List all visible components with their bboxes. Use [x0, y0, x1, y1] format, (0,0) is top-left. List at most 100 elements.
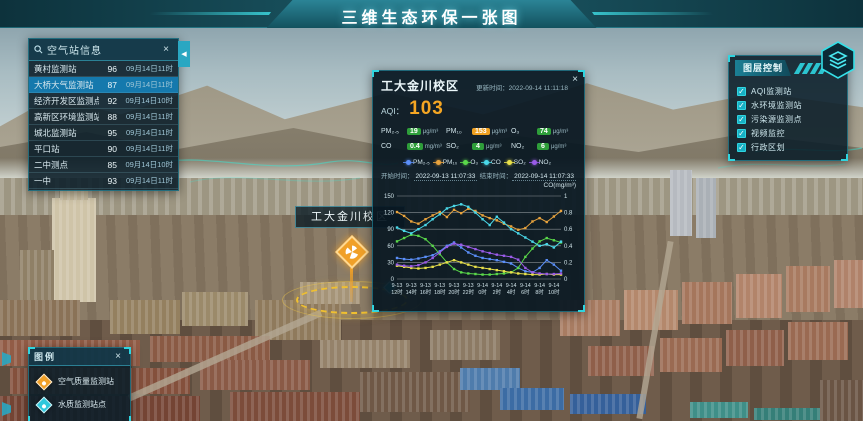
pollutant-cell: PM₁₀ 153 μg/m³	[446, 124, 511, 139]
station-row[interactable]: 一中 93 09月14日11时	[29, 173, 178, 189]
building	[570, 394, 646, 414]
station-row[interactable]: 黄村监测站 96 09月14日11时	[29, 61, 178, 77]
building	[834, 260, 863, 308]
station-row[interactable]: 二中测点 85 09月14日10时	[29, 157, 178, 173]
legend-dot-icon	[436, 160, 441, 165]
station-aqi: 96	[99, 64, 117, 74]
station-time: 09月14日11时	[117, 127, 173, 138]
building	[52, 198, 96, 302]
panel-collapse-tab[interactable]: ◀	[178, 41, 190, 67]
station-row[interactable]: 经济开发区监测点 92 09月14日10时	[29, 93, 178, 109]
station-aqi: 87	[99, 80, 117, 90]
building	[736, 274, 782, 318]
svg-text:20时: 20时	[448, 288, 460, 296]
end-time-input[interactable]: 2022-09-14 11:07:33	[512, 173, 576, 181]
station-row[interactable]: 高新区环境监测站 88 09月14日11时	[29, 109, 178, 125]
building	[786, 266, 830, 312]
layer-item[interactable]: ✓ 行政区划	[737, 140, 839, 154]
pollutant-value-badge: 74	[537, 128, 551, 135]
close-icon[interactable]: ×	[159, 43, 173, 57]
station-name: 黄村监测站	[34, 63, 99, 75]
svg-text:4时: 4时	[507, 288, 516, 296]
building	[820, 380, 863, 421]
building	[696, 178, 716, 238]
station-time: 09月14日11时	[117, 143, 173, 154]
pollutant-unit: μg/m³	[551, 144, 566, 150]
svg-text:6时: 6时	[521, 288, 530, 296]
station-aqi: 95	[99, 128, 117, 138]
start-time-input[interactable]: 2022-09-13 11:07:33	[414, 173, 478, 181]
station-detail-popup: 工大金川校区 更新时间：2022-09-14 11:11:18 × AQI： 1…	[372, 70, 585, 312]
legend-label: SO₂	[514, 159, 526, 166]
station-row[interactable]: 大桥大气监测站 87 09月14日11时	[29, 77, 178, 93]
chart-legend-item[interactable]: PM₂.₅	[406, 159, 430, 166]
chart-legend-item[interactable]: SO₂	[507, 159, 526, 166]
station-name: 平口站	[34, 143, 99, 155]
svg-text:9-14: 9-14	[534, 283, 545, 289]
building	[230, 392, 360, 421]
pollutant-cell: SO₂ 4 μg/m³	[446, 139, 511, 154]
checkbox-checked-icon[interactable]: ✓	[737, 143, 746, 152]
legend-header: 图例 ×	[29, 348, 130, 366]
legend-items: 空气质量监测站 水质监测站点	[29, 366, 130, 421]
station-row[interactable]: 城北监测站 95 09月14日11时	[29, 125, 178, 141]
checkbox-checked-icon[interactable]: ✓	[737, 87, 746, 96]
close-icon[interactable]: ×	[568, 73, 582, 87]
building	[788, 322, 848, 360]
layer-item[interactable]: ✓ 污染源监测点	[737, 112, 839, 126]
station-time: 09月14日11时	[117, 111, 173, 122]
svg-text:0: 0	[564, 277, 568, 283]
chart-legend-item[interactable]: NO₂	[532, 159, 551, 166]
pollutant-cell: CO 0.4 mg/m³	[381, 139, 446, 154]
layer-label: 视频监控	[751, 128, 785, 139]
svg-text:9-14: 9-14	[491, 283, 502, 289]
legend-item-label: 水质监测站点	[58, 399, 106, 410]
svg-text:0.2: 0.2	[564, 260, 573, 266]
checkbox-checked-icon[interactable]: ✓	[737, 129, 746, 138]
legend-panel: 图例 × 空气质量监测站 水质监测站点	[28, 347, 131, 421]
chart-legend-item[interactable]: CO	[484, 159, 501, 166]
legend-dot-icon	[406, 160, 411, 165]
close-icon[interactable]: ×	[111, 350, 125, 364]
layer-item[interactable]: ✓ 水环境监测站	[737, 98, 839, 112]
air-station-marker-icon[interactable]	[338, 238, 366, 266]
page-title: 三维生态环保一张图	[341, 4, 521, 28]
layer-item[interactable]: ✓ 视频监控	[737, 126, 839, 140]
building	[682, 282, 732, 324]
building	[500, 388, 564, 410]
svg-text:9-13: 9-13	[420, 283, 431, 289]
station-time: 09月14日10时	[117, 95, 173, 106]
chart-legend-item[interactable]: PM₁₀	[436, 159, 458, 166]
layer-label: AQI监测站	[751, 86, 792, 97]
pollutant-name: CO	[381, 143, 407, 150]
legend-dot-icon	[532, 160, 537, 165]
svg-text:30: 30	[387, 260, 394, 266]
checkbox-checked-icon[interactable]: ✓	[737, 101, 746, 110]
building	[0, 300, 80, 336]
station-list-title: 空气站信息	[47, 42, 159, 57]
pollutant-value-badge: 4	[472, 143, 484, 150]
pollutant-value-badge: 6	[537, 143, 549, 150]
building	[182, 292, 248, 326]
diamond-marker-icon	[36, 373, 53, 390]
station-list-header: 空气站信息 ×	[29, 39, 178, 61]
layer-item[interactable]: ✓ AQI监测站	[737, 84, 839, 98]
svg-text:0.4: 0.4	[564, 244, 573, 250]
building	[430, 330, 500, 360]
svg-text:9-13: 9-13	[392, 283, 403, 289]
pollutant-name: SO₂	[446, 143, 472, 150]
station-rows: 黄村监测站 96 09月14日11时 大桥大气监测站 87 09月14日11时 …	[29, 61, 178, 190]
station-name: 二中测点	[34, 159, 99, 171]
svg-text:1: 1	[564, 194, 568, 200]
update-time: 更新时间：2022-09-14 11:11:18	[459, 82, 568, 92]
pollutant-cell: PM₂.₅ 19 μg/m³	[381, 124, 446, 139]
checkbox-checked-icon[interactable]: ✓	[737, 115, 746, 124]
station-name: 经济开发区监测点	[34, 95, 99, 107]
layers-icon[interactable]	[819, 40, 857, 80]
station-row[interactable]: 平口站 90 09月14日11时	[29, 141, 178, 157]
svg-text:9-14: 9-14	[520, 283, 531, 289]
header-wing-left	[149, 12, 271, 15]
pollutant-name: NO₂	[511, 143, 537, 150]
chart-legend-item[interactable]: O₃	[463, 159, 478, 166]
legend-item-label: 空气质量监测站	[58, 376, 114, 387]
